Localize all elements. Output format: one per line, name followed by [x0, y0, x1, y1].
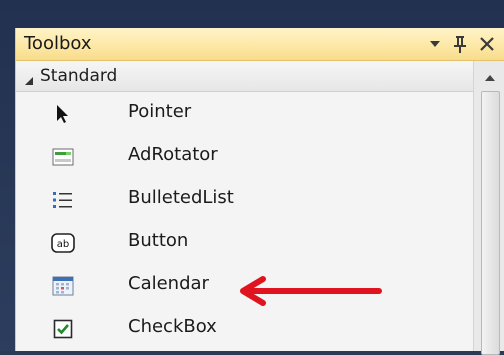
bulletedlist-icon	[51, 188, 75, 212]
group-standard-header[interactable]: Standard	[16, 61, 473, 92]
toolbox-item-button[interactable]: ab Button	[16, 221, 473, 264]
toolbox-item-label: CheckBox	[128, 316, 217, 337]
toolbox-item-label: Pointer	[128, 101, 192, 122]
adrotator-icon	[51, 145, 75, 169]
group-label: Standard	[40, 66, 118, 86]
scroll-up-arrow-icon[interactable]	[478, 67, 502, 89]
toolbox-item-adrotator[interactable]: AdRotator	[16, 135, 473, 178]
toolbox-item-bulletedlist[interactable]: BulletedList	[16, 178, 473, 221]
toolbox-item-checkbox[interactable]: CheckBox	[16, 307, 473, 350]
toolbox-item-label: Calendar	[128, 273, 209, 294]
toolbox-item-pointer[interactable]: Pointer	[16, 92, 473, 135]
toolbox-item-label: AdRotator	[128, 144, 218, 165]
toolbox-item-label: Button	[128, 230, 189, 251]
vertical-scrollbar[interactable]	[473, 61, 504, 355]
screen-frame: Toolbox Standard Pointer AdRotator Bulle…	[0, 0, 504, 355]
expand-triangle-icon[interactable]	[24, 71, 34, 90]
toolbox-titlebar[interactable]: Toolbox	[16, 28, 504, 61]
svg-text:ab: ab	[57, 239, 69, 250]
pin-icon[interactable]	[453, 35, 467, 53]
toolbox-title: Toolbox	[24, 33, 92, 54]
titlebar-controls	[429, 31, 495, 57]
toolbox-item-label: BulletedList	[128, 187, 234, 208]
scrollbar-thumb[interactable]	[481, 91, 500, 355]
pointer-icon	[51, 102, 75, 126]
close-icon[interactable]	[479, 36, 495, 52]
dropdown-arrow-icon[interactable]	[429, 39, 441, 49]
checkbox-icon	[51, 317, 75, 341]
calendar-icon	[51, 274, 75, 298]
red-arrow-annotation	[229, 273, 389, 313]
button-icon: ab	[51, 231, 75, 255]
